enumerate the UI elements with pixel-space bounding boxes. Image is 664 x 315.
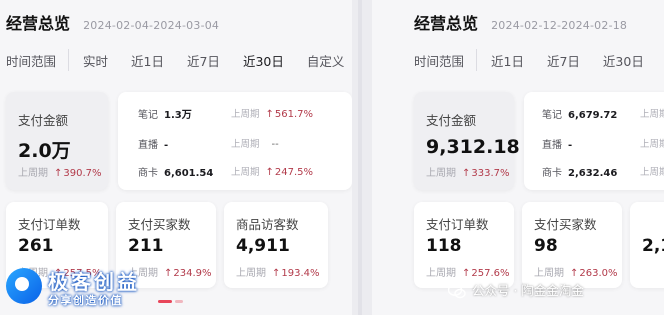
card-title: 商品访客数: [236, 217, 299, 232]
card-value: 2,12: [642, 236, 664, 256]
payment-amount-card[interactable]: 支付金额 2.0万 上周期 ↑390.7%: [6, 92, 108, 190]
tab-7-days[interactable]: 近7日: [547, 51, 580, 70]
tab-1-day[interactable]: 近1日: [491, 51, 524, 70]
left-header: 经营总览 2024-02-04-2024-03-04: [6, 10, 219, 34]
up-arrow-icon: ↑: [462, 168, 471, 179]
visitor-count-card[interactable]: 商品访客数 4,911 上周期 ↑193.4%: [224, 202, 328, 288]
date-range: 2024-02-04-2024-03-04: [83, 19, 220, 32]
page-title: 经营总览: [6, 14, 71, 33]
channel-row-card: 商卡 2,632.46: [542, 168, 618, 179]
channel-compare-notes: 上周期 ↑561.7%: [231, 109, 314, 120]
channel-compare-live: 上周期: [640, 139, 664, 150]
pager-dot: [175, 300, 183, 303]
up-arrow-icon: ↑: [54, 168, 63, 179]
watermark-text: 公众号 · 陶金金淘金: [472, 283, 584, 298]
card-value: 2.0万: [18, 140, 71, 162]
tab-custom[interactable]: 自定义: [307, 51, 345, 70]
tabs-divider: [68, 49, 70, 71]
tab-30-days[interactable]: 近30日: [603, 51, 644, 70]
payment-amount-card[interactable]: 支付金额 9,312.18 上周期 ↑333.7%: [414, 92, 520, 190]
card-title: 支付金额: [18, 113, 69, 128]
channel-row-card: 商卡 6,601.54: [138, 168, 214, 179]
brand-slogan: 分享创造价值: [48, 294, 123, 307]
visitor-count-card[interactable]: 2,12: [630, 202, 664, 288]
up-arrow-icon: ↑: [570, 268, 579, 279]
time-range-label: 时间范围: [414, 53, 465, 69]
channel-row-live: 直播 -: [138, 140, 169, 151]
channel-row-live: 直播 -: [542, 140, 573, 151]
tab-30-days[interactable]: 近30日: [243, 51, 284, 70]
card-title: 支付金额: [426, 113, 477, 128]
channel-breakdown-card[interactable]: 笔记 6,679.72 上周期 直播 - 上周期 商卡 2,632.46 上周期: [524, 92, 664, 190]
channel-row-notes: 笔记 1.3万: [138, 110, 192, 121]
tab-realtime[interactable]: 实时: [83, 51, 108, 70]
channel-compare-live: 上周期 --: [231, 139, 279, 150]
time-range-tabs: 时间范围 实时 近1日 近7日 近30日 自定义: [6, 49, 352, 71]
up-arrow-icon: ↑: [265, 109, 274, 120]
card-compare: 上周期 ↑333.7%: [426, 168, 510, 179]
up-arrow-icon: ↑: [272, 268, 281, 279]
date-range: 2024-02-12-2024-02-18: [491, 19, 628, 32]
right-header: 经营总览 2024-02-12-2024-02-18: [414, 10, 627, 34]
page-title: 经营总览: [414, 14, 479, 33]
card-value: 98: [534, 236, 558, 256]
up-arrow-icon: ↑: [265, 167, 274, 178]
order-count-card[interactable]: 支付订单数 118 上周期 ↑257.6%: [414, 202, 514, 288]
channel-compare-card: 上周期: [640, 167, 664, 178]
account-watermark: 公众号 · 陶金金淘金: [448, 280, 584, 299]
tab-7-days[interactable]: 近7日: [187, 51, 220, 70]
card-value: 4,911: [236, 236, 290, 256]
time-range-tabs: 时间范围 近1日 近7日 近30日: [414, 49, 664, 71]
right-overview-panel: 经营总览 2024-02-12-2024-02-18 时间范围 近1日 近7日 …: [372, 0, 664, 315]
brand-name: 极客创益: [48, 270, 140, 294]
card-value: 9,312.18: [426, 136, 520, 158]
channel-row-notes: 笔记 6,679.72: [542, 110, 618, 121]
panel-divider: [352, 0, 372, 315]
card-title: 支付订单数: [18, 217, 81, 232]
card-value: 211: [128, 236, 164, 256]
channel-compare-notes: 上周期: [640, 109, 664, 120]
brand-logo: 极客创益 分享创造价值: [6, 262, 176, 312]
card-title: 支付买家数: [534, 217, 597, 232]
card-compare: 上周期 ↑390.7%: [18, 168, 102, 179]
card-compare: 上周期 ↑257.6%: [426, 268, 510, 279]
card-title: 支付买家数: [128, 217, 191, 232]
buyer-count-card[interactable]: 支付买家数 98 上周期 ↑263.0%: [522, 202, 622, 288]
wechat-icon: [448, 284, 466, 299]
card-value: 118: [426, 236, 462, 256]
card-value: 261: [18, 236, 54, 256]
tabs-divider: [476, 49, 478, 71]
brand-logo-icon: [6, 268, 42, 304]
card-compare: 上周期 ↑193.4%: [236, 268, 320, 279]
time-range-label: 时间范围: [6, 53, 57, 69]
up-arrow-icon: ↑: [462, 268, 471, 279]
tab-1-day[interactable]: 近1日: [131, 51, 164, 70]
card-compare: 上周期 ↑263.0%: [534, 268, 618, 279]
card-title: 支付订单数: [426, 217, 489, 232]
channel-breakdown-card[interactable]: 笔记 1.3万 上周期 ↑561.7% 直播 - 上周期 -- 商卡 6,601.54 上…: [118, 92, 352, 190]
channel-compare-card: 上周期 ↑247.5%: [231, 167, 314, 178]
